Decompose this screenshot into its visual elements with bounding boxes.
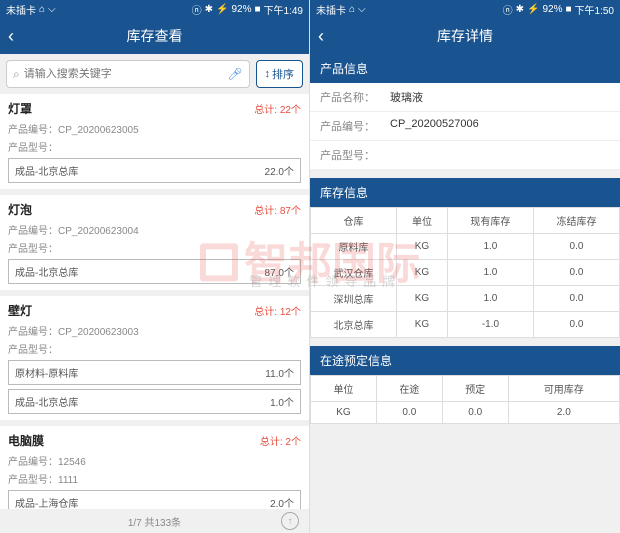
phone-inventory-list: 未插卡⌂⌵ ⓝ✱⚡92%■下午1:49 ‹ 库存查看 ⌕ 🎤︎ ↕排序 灯罩总计… [0,0,310,533]
product-name-row: 产品名称：玻璃液 [310,83,620,112]
stock-row: 成品-北京总库87.0个 [8,259,301,284]
table-header: 现有库存 [447,208,533,234]
table-row: 武汉仓库KG1.00.0 [311,260,620,286]
item-total: 总计: 12个 [254,303,301,318]
stock-row: 成品-北京总库1.0个 [8,389,301,414]
search-box[interactable]: ⌕ 🎤︎ [6,60,250,88]
item-name: 壁灯 [8,302,32,319]
item-code: 产品编号：CP_20200623004 [8,222,301,237]
item-name: 电脑膜 [8,432,44,449]
header: ‹ 库存查看 [0,18,309,54]
inventory-card[interactable]: 灯泡 总计: 87个 产品编号：CP_20200623004 产品型号： 成品-北京… [0,195,309,290]
product-code-row: 产品编号：CP_20200527006 [310,112,620,141]
search-input[interactable] [24,68,228,80]
inventory-card[interactable]: 壁灯 总计: 12个 产品编号：CP_20200623003 产品型号： 原材料-原… [0,296,309,420]
sort-button[interactable]: ↕排序 [256,60,304,88]
table-header: 可用库存 [508,376,619,402]
table-header: 预定 [442,376,508,402]
item-model: 产品型号： [8,341,301,356]
stock-row: 成品-北京总库22.0个 [8,158,301,183]
item-total: 总计: 87个 [254,202,301,217]
table-header: 单位 [311,376,377,402]
table-row: 北京总库KG-1.00.0 [311,312,620,338]
table-row: 原料库KG1.00.0 [311,234,620,260]
inventory-card[interactable]: 灯罩 总计: 22个 产品编号：CP_20200623005 产品型号： 成品-北京… [0,94,309,189]
product-model-row: 产品型号： [310,141,620,170]
search-row: ⌕ 🎤︎ ↕排序 [0,54,309,94]
section-transit-info: 在途预定信息 [310,346,620,375]
scroll-top-icon[interactable]: ↑ [281,512,299,530]
table-header: 在途 [376,376,442,402]
page-title: 库存详情 [437,26,493,46]
table-row: 深圳总库KG1.00.0 [311,286,620,312]
stock-row: 原材料-原料库11.0个 [8,360,301,385]
item-name: 灯泡 [8,201,32,218]
table-row: KG0.00.02.0 [311,402,620,424]
phone-inventory-detail: 未插卡⌂⌵ ⓝ✱⚡92%■下午1:50 ‹ 库存详情 产品信息 产品名称：玻璃液… [310,0,620,533]
item-model: 产品型号： [8,139,301,154]
item-total: 总计: 2个 [260,433,301,448]
stock-table: 仓库单位现有库存冻结库存原料库KG1.00.0武汉仓库KG1.00.0深圳总库K… [310,207,620,338]
search-icon: ⌕ [13,67,20,82]
item-code: 产品编号：CP_20200623003 [8,323,301,338]
item-model: 产品型号：1111 [8,471,301,486]
section-stock-info: 库存信息 [310,178,620,207]
table-header: 冻结库存 [533,208,619,234]
table-header: 仓库 [311,208,397,234]
transit-table: 单位在途预定可用库存KG0.00.02.0 [310,375,620,424]
page-title: 库存查看 [127,26,183,46]
header: ‹ 库存详情 [310,18,620,54]
list-content[interactable]: 灯罩 总计: 22个 产品编号：CP_20200623005 产品型号： 成品-北京… [0,94,309,509]
section-product-info: 产品信息 [310,54,620,83]
detail-content[interactable]: 产品信息 产品名称：玻璃液 产品编号：CP_20200527006 产品型号： … [310,54,620,533]
status-bar: 未插卡⌂⌵ ⓝ✱⚡92%■下午1:50 [310,0,620,18]
inventory-card[interactable]: 电脑膜 总计: 2个 产品编号：12546 产品型号：1111 成品-上海仓库2.0… [0,426,309,509]
item-code: 产品编号：CP_20200623005 [8,121,301,136]
back-icon[interactable]: ‹ [8,26,14,47]
item-code: 产品编号：12546 [8,453,301,468]
back-icon[interactable]: ‹ [318,26,324,47]
table-header: 单位 [397,208,448,234]
pager: 1/7 共133条 ↑ [0,509,309,533]
stock-row: 成品-上海仓库2.0个 [8,490,301,509]
status-bar: 未插卡⌂⌵ ⓝ✱⚡92%■下午1:49 [0,0,309,18]
item-total: 总计: 22个 [254,101,301,116]
mic-icon[interactable]: 🎤︎ [227,67,242,81]
item-model: 产品型号： [8,240,301,255]
item-name: 灯罩 [8,100,32,117]
